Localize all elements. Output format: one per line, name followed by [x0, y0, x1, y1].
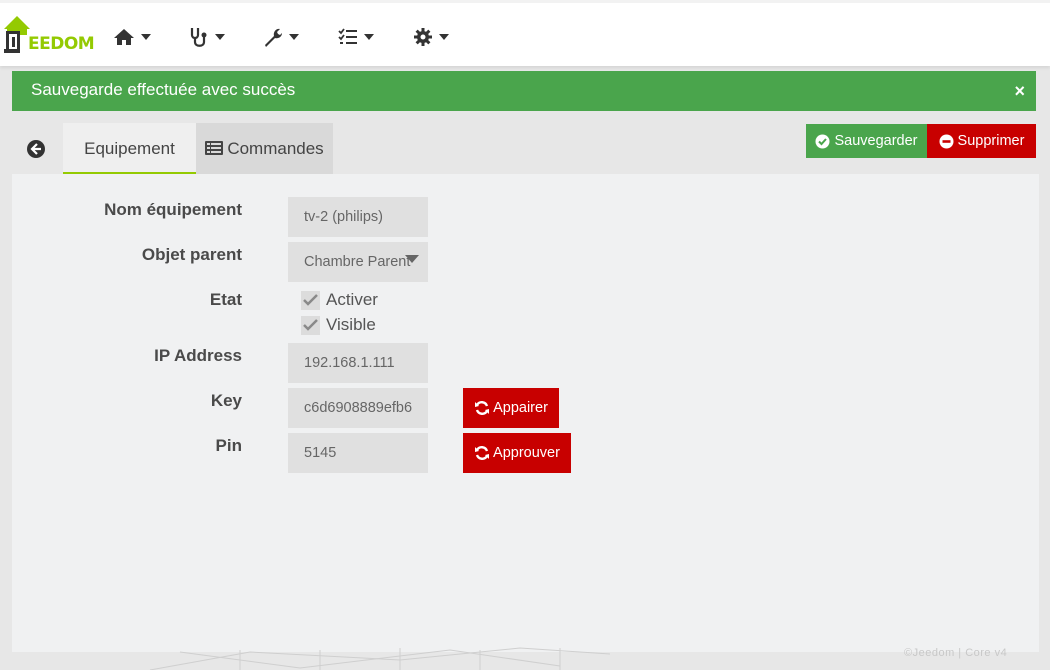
minus-circle-icon	[939, 134, 954, 148]
pin-label: Pin	[215, 436, 242, 455]
chevron-down-icon	[289, 34, 299, 40]
checkbox-checked-icon	[301, 315, 320, 335]
check-circle-icon	[815, 134, 830, 148]
refresh-icon	[475, 401, 490, 415]
back-arrow-icon[interactable]	[26, 139, 46, 159]
name-field[interactable]: tv-2 (philips)	[288, 197, 428, 237]
tab-commands[interactable]: Commandes	[196, 123, 333, 174]
pair-button[interactable]: Appairer	[463, 388, 559, 428]
name-label: Nom équipement	[104, 200, 242, 219]
nav-tasks-menu[interactable]	[338, 25, 374, 49]
list-icon	[205, 141, 224, 156]
save-button[interactable]: Sauvegarder	[806, 124, 927, 158]
wrench-icon	[265, 28, 282, 47]
alert-message: Sauvegarde effectuée avec succès	[31, 80, 296, 99]
visible-checkbox[interactable]: Visible	[301, 315, 376, 335]
tab-equipment[interactable]: Equipement	[63, 123, 196, 174]
chevron-down-icon	[439, 34, 449, 40]
key-field[interactable]: c6d6908889efb6	[288, 388, 428, 428]
home-icon	[114, 29, 134, 45]
chevron-down-icon	[405, 255, 419, 263]
key-label: Key	[210, 391, 242, 410]
refresh-icon	[475, 446, 490, 460]
ip-label: IP Address	[154, 346, 242, 365]
pair-label: Appairer	[493, 400, 548, 416]
chevron-down-icon	[215, 34, 225, 40]
ip-field[interactable]: 192.168.1.111	[288, 343, 428, 383]
parent-label: Objet parent	[141, 245, 242, 264]
checkbox-checked-icon	[301, 290, 320, 310]
approve-label: Approuver	[493, 445, 560, 461]
state-label: Etat	[209, 290, 242, 309]
nav-tools-menu[interactable]	[263, 25, 299, 49]
top-navbar: EEDOM	[0, 0, 1050, 66]
delete-label: Supprimer	[957, 133, 1025, 149]
footer-copyright: ©Jeedom | Core v4	[904, 647, 1008, 659]
nav-home-menu[interactable]	[113, 25, 151, 49]
tab-equipment-label: Equipement	[84, 139, 175, 158]
logo-text: EEDOM	[28, 34, 95, 54]
approve-button[interactable]: Approuver	[463, 433, 571, 473]
parent-select-value: Chambre Parent	[304, 254, 411, 270]
equipment-form-panel: Nom équipement tv-2 (philips) Objet pare…	[12, 174, 1039, 652]
success-alert: Sauvegarde effectuée avec succès ×	[12, 71, 1036, 111]
chevron-down-icon	[141, 34, 151, 40]
delete-button[interactable]: Supprimer	[927, 124, 1036, 158]
parent-select[interactable]: Chambre Parent	[288, 242, 428, 282]
save-label: Sauvegarder	[834, 133, 918, 149]
nav-health-menu[interactable]	[189, 25, 225, 49]
tasks-icon	[338, 28, 357, 44]
nav-settings-menu[interactable]	[413, 25, 449, 49]
activate-checkbox[interactable]: Activer	[301, 290, 378, 310]
activate-label: Activer	[326, 290, 378, 309]
gear-icon	[414, 28, 432, 46]
stethoscope-icon	[190, 28, 207, 47]
visible-label: Visible	[326, 315, 376, 334]
chevron-down-icon	[364, 34, 374, 40]
tab-commands-label: Commandes	[227, 139, 324, 158]
background-net-decoration	[149, 647, 611, 670]
jeedom-logo[interactable]: EEDOM	[2, 13, 95, 55]
pin-field[interactable]: 5145	[288, 433, 428, 473]
alert-close-button[interactable]: ×	[1014, 71, 1025, 111]
